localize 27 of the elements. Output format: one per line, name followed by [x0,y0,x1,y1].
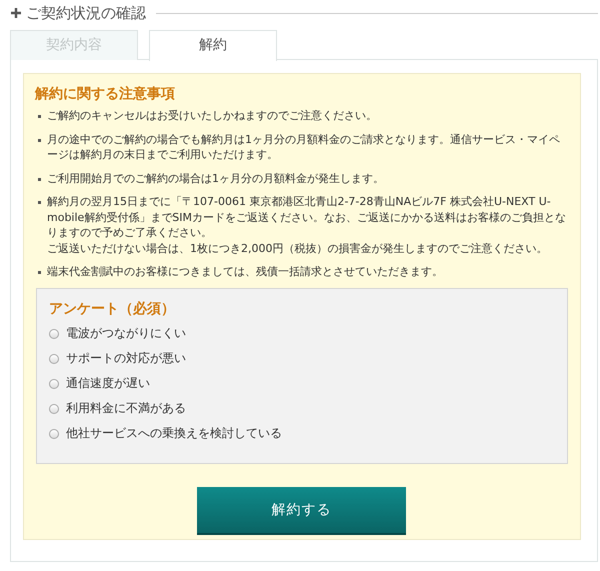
notice-text: 端末代金割賦中のお客様につきましては、残債一括請求とさせていただきます。 [47,264,443,280]
bullet-icon [38,271,41,274]
option-label: 通信速度が遅い [66,376,150,392]
notice-title: 解約に関する注意事項 [35,85,175,103]
notice-text: 解約月の翌月15日までに「〒107-0061 東京都港区北青山2-7-28青山NAビル7F 株式会社U-NEXT U-mobile解約受付係」までSIMカードをご返送ください。なお、ご返送にかかる送料はお客様のご負担となりますので予めご了承ください。 [47,194,568,240]
radio-button[interactable] [49,329,59,339]
bullet-icon [38,138,41,142]
notice-text: ご利用開始月でのご解約の場合は1ヶ月分の月額料金が発生します。 [47,170,384,186]
radio-button[interactable] [49,429,59,439]
tab[interactable]: 解約 [149,30,277,61]
notice-text: ご返送いただけない場合は、1枚につき2,000円（税抜）の損害金が発生しますのでご注意ください。 [47,240,548,256]
bullet-icon [38,115,41,118]
notice-text: 月の途中でのご解約の場合でも解約月は1ヶ月分の月額料金のご請求となります。通信サービス・マイページは解約月の末日までご利用いただけます。 [47,132,561,162]
survey-title: アンケート（必須） [49,300,175,318]
option-label: 他社サービスへの乗換えを検討している [66,426,282,442]
option-label: サポートの対応が悪い [66,351,186,367]
radio-button[interactable] [49,354,59,364]
radio-button[interactable] [49,404,59,414]
bullet-icon [38,201,41,204]
option-label: 電波がつながりにくい [66,326,186,342]
plus-icon [10,7,22,19]
bullet-icon [38,178,41,180]
cancel-contract-button[interactable]: 解約する [197,486,406,532]
notice-text: ご解約のキャンセルはお受けいたしかねますのでご注意ください。 [47,108,377,124]
radio-button[interactable] [49,379,59,389]
section-title: ご契約状況の確認 [26,4,146,22]
option-label: 利用料金に不満がある [66,401,186,417]
